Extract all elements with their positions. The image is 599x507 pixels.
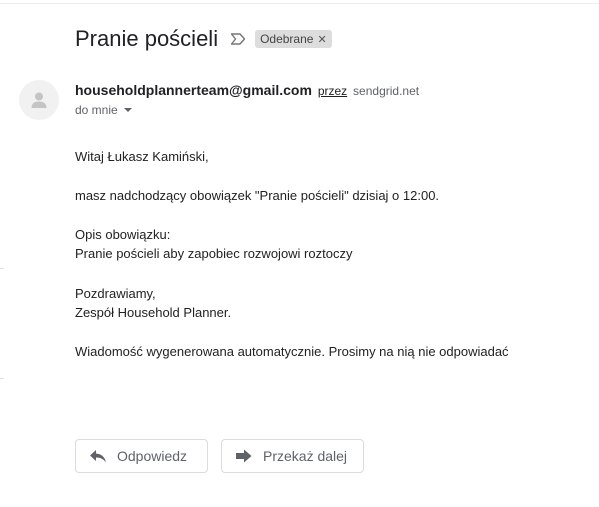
forward-arrow-icon — [236, 449, 252, 463]
recipient-details-toggle[interactable]: do mnie — [75, 103, 132, 117]
body-closing: Pozdrawiamy, — [75, 286, 156, 301]
divider-tick — [0, 378, 4, 379]
body-description-text: Pranie pościeli aby zapobiec rozwojowi r… — [75, 246, 353, 261]
via-domain: sendgrid.net — [353, 84, 420, 98]
label-chip: Odebrane ✕ — [255, 30, 332, 48]
reply-arrow-icon — [90, 450, 106, 463]
reply-button[interactable]: Odpowiedz — [75, 439, 208, 473]
email-view: Pranie pościeli Odebrane ✕ householdplan… — [0, 0, 599, 507]
chevron-down-icon[interactable] — [123, 108, 132, 112]
recipient-label: do mnie — [75, 103, 118, 117]
body-signature: Zespół Household Planner. — [75, 305, 232, 320]
forward-button-label: Przekaż dalej — [263, 448, 348, 464]
subject-row: Pranie pościeli Odebrane ✕ — [75, 26, 332, 52]
divider — [0, 3, 599, 4]
via-link[interactable]: przez — [318, 84, 347, 98]
sender-row: householdplannerteam@gmail.com przez sen… — [75, 82, 419, 98]
body-description-heading: Opis obowiązku: — [75, 227, 171, 242]
close-icon[interactable]: ✕ — [317, 33, 326, 46]
forward-button[interactable]: Przekaż dalej — [221, 439, 364, 473]
divider-tick — [0, 268, 4, 269]
body-line: masz nadchodzący obowiązek "Pranie pości… — [75, 188, 440, 203]
avatar — [19, 80, 59, 120]
reply-button-label: Odpowiedz — [117, 448, 188, 464]
importance-marker-icon[interactable] — [230, 32, 246, 46]
sender-email[interactable]: householdplannerteam@gmail.com — [75, 82, 312, 98]
label-chip-text: Odebrane — [260, 32, 314, 46]
person-icon — [31, 92, 47, 108]
email-subject: Pranie pościeli — [75, 26, 219, 51]
body-footer: Wiadomość wygenerowana automatycznie. Pr… — [75, 344, 509, 359]
body-greeting: Witaj Łukasz Kamiński, — [75, 149, 209, 164]
